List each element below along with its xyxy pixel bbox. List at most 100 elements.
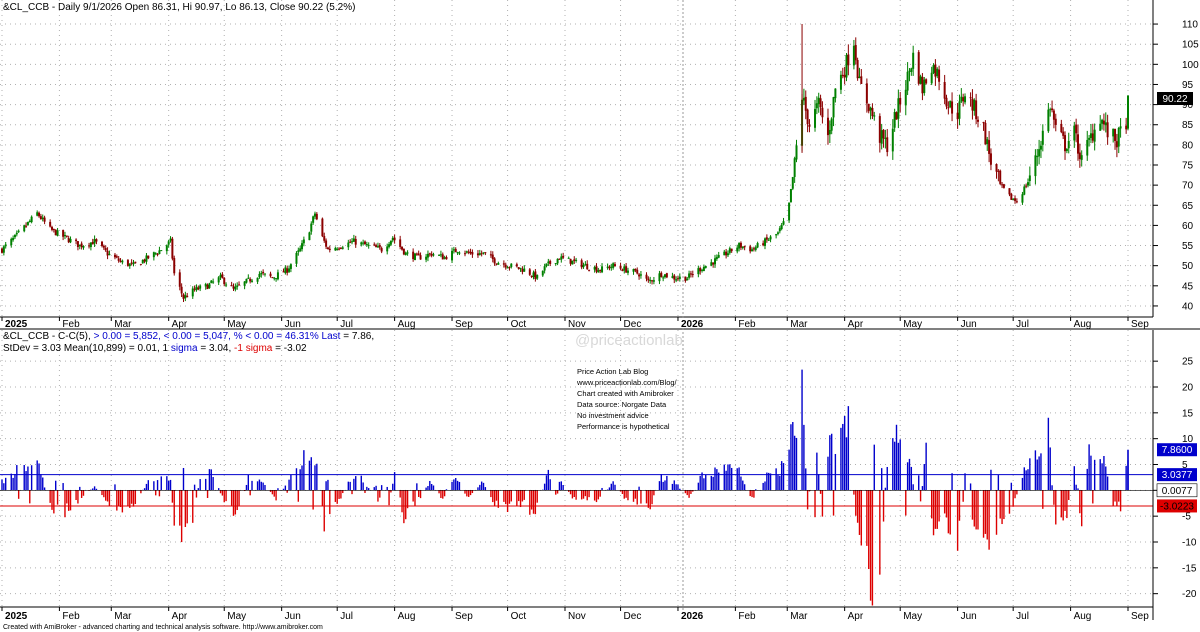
candle-body xyxy=(28,220,31,222)
candle-body xyxy=(482,252,485,254)
osc-stats-line: StDev = 3.03 Mean(10,899) = 0.01, 1 sigm… xyxy=(3,343,307,354)
candle-body xyxy=(893,112,896,128)
candle-body xyxy=(121,260,124,263)
candle-body xyxy=(923,79,926,94)
candle-body xyxy=(62,230,65,237)
candle-body xyxy=(647,278,650,281)
candle-body xyxy=(1093,129,1096,142)
candle-body xyxy=(1002,184,1005,188)
candle-body xyxy=(321,218,324,237)
candle-body xyxy=(691,274,694,276)
candle-body xyxy=(658,273,661,282)
candle-body xyxy=(262,271,265,274)
candle-body xyxy=(471,252,474,255)
candle-body xyxy=(878,116,881,143)
candle-body xyxy=(562,255,565,258)
candle-body xyxy=(858,76,861,79)
osc-header-last: = 7.86, xyxy=(343,331,374,342)
osc-stats-minus-sigma: sigma xyxy=(246,343,273,354)
candle-body xyxy=(660,272,663,277)
candle-body xyxy=(415,253,418,255)
candle-body xyxy=(1047,109,1050,132)
candle-body xyxy=(543,266,546,271)
candle-body xyxy=(352,238,355,242)
info-line: Chart created with Amibroker xyxy=(577,389,674,398)
candle-body xyxy=(634,268,637,271)
candle-body xyxy=(258,273,261,278)
candle-body xyxy=(515,264,518,267)
osc-y-tick-label: 20 xyxy=(1182,383,1194,394)
candle-body xyxy=(12,237,15,240)
candle-body xyxy=(469,251,472,254)
candle-body xyxy=(439,254,442,256)
x-tick-label: Mar xyxy=(114,319,132,330)
osc-y-tick-label: -5 xyxy=(1182,512,1191,523)
x-tick-label: Nov xyxy=(568,611,586,622)
candle-body xyxy=(65,235,68,237)
candle-body xyxy=(569,258,572,264)
x-tick-label: May xyxy=(227,319,246,330)
candle-body xyxy=(1075,124,1078,134)
candle-body xyxy=(986,139,989,145)
candle-body xyxy=(891,128,894,152)
candle-body xyxy=(597,270,600,273)
chart-canvas: 404550556065707580859095100105110 -20-15… xyxy=(0,0,1200,631)
candle-body xyxy=(495,263,498,265)
candle-body xyxy=(1023,186,1026,195)
candle-body xyxy=(476,253,479,256)
candle-body xyxy=(534,271,537,280)
candle-body xyxy=(206,284,209,290)
x-tick-label: Aug xyxy=(398,611,416,622)
candle-body xyxy=(452,249,455,251)
candle-body xyxy=(199,285,202,289)
candle-body xyxy=(995,164,998,172)
candle-body xyxy=(517,267,520,269)
candle-body xyxy=(338,248,341,250)
price-y-tick-label: 110 xyxy=(1182,20,1198,31)
candle-body xyxy=(1073,125,1076,141)
candle-body xyxy=(904,89,907,106)
candle-body xyxy=(256,277,259,282)
candle-body xyxy=(684,276,687,281)
candle-body xyxy=(1102,120,1105,125)
candle-body xyxy=(236,285,239,287)
candle-body xyxy=(251,280,254,282)
candle-body xyxy=(962,97,965,102)
candle-body xyxy=(938,69,941,82)
price-y-tick-labels: 404550556065707580859095100105110 xyxy=(1153,20,1199,312)
price-y-tick-label: 105 xyxy=(1182,40,1199,51)
x-tick-label: Sep xyxy=(455,611,473,622)
candle-body xyxy=(295,252,298,264)
candle-body xyxy=(351,241,354,243)
x-tick-label: Feb xyxy=(738,319,756,330)
candle-body xyxy=(869,107,872,111)
candle-body xyxy=(688,273,691,278)
price-y-tick-label: 85 xyxy=(1182,120,1194,131)
candle-body xyxy=(336,248,339,250)
candle-body xyxy=(795,145,798,160)
candle-body xyxy=(171,238,174,259)
candle-body xyxy=(717,255,720,258)
candle-body xyxy=(749,246,752,252)
candle-body xyxy=(619,265,622,269)
price-y-tick-label: 45 xyxy=(1182,281,1194,292)
candle-body xyxy=(804,96,807,111)
candle-body xyxy=(686,278,689,281)
candle-body xyxy=(632,269,635,272)
candle-body xyxy=(530,275,533,277)
candle-body xyxy=(1076,134,1079,154)
candle-body xyxy=(726,253,729,256)
candle-body xyxy=(1025,185,1028,187)
x-tick-label: 2025 xyxy=(5,319,28,330)
osc-y-tick-label: 15 xyxy=(1182,408,1194,419)
candle-body xyxy=(508,267,511,269)
candle-body xyxy=(106,250,109,256)
candle-body xyxy=(1078,152,1081,159)
x-tick-label: Dec xyxy=(624,319,642,330)
candle-body xyxy=(225,284,228,286)
candle-body xyxy=(108,253,111,255)
candle-body xyxy=(323,236,326,241)
candle-body xyxy=(247,277,250,279)
candle-body xyxy=(210,280,213,283)
x-tick-label: Oct xyxy=(511,611,527,622)
